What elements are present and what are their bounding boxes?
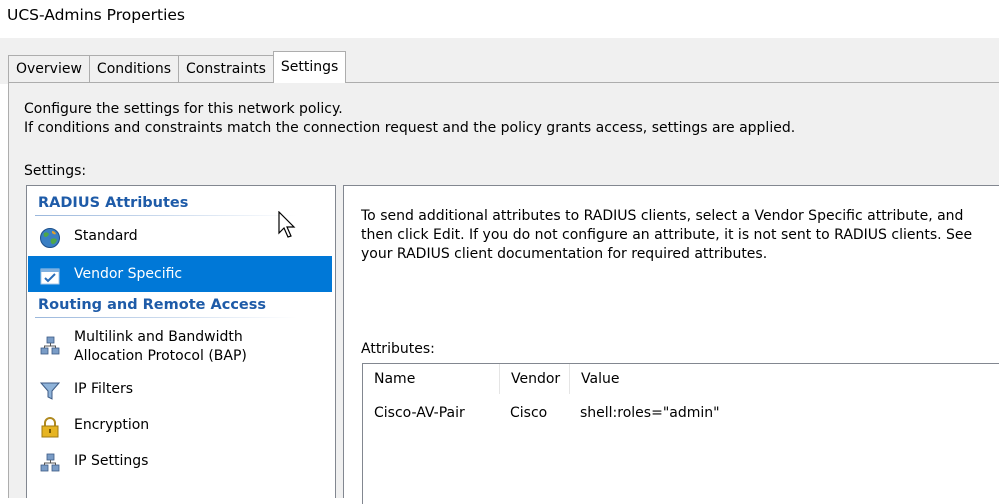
settings-detail-panel: To send additional attributes to RADIUS … (343, 185, 999, 504)
tab-overview[interactable]: Overview (8, 55, 90, 83)
routing-remote-access-heading: Routing and Remote Access (38, 297, 267, 313)
funnel-icon (39, 382, 61, 400)
column-header-vendor[interactable]: Vendor (500, 364, 569, 394)
vendor-specific-description: To send additional attributes to RADIUS … (361, 208, 973, 262)
tree-item-label: IP Filters (74, 381, 133, 397)
tab-bar: Overview Conditions Constraints Settings (8, 51, 347, 83)
settings-label: Settings: (24, 163, 87, 179)
tree-item-encryption[interactable]: Encryption (28, 416, 332, 444)
tree-item-multilink-bap[interactable]: Multilink and Bandwidth Allocation Protoc… (28, 328, 332, 368)
tree-item-vendor-specific[interactable]: Vendor Specific (28, 256, 332, 292)
multilink-label-line-1: Multilink and Bandwidth (74, 329, 243, 345)
network-icon (40, 453, 60, 472)
attributes-table[interactable]: Name Vendor Value Cisco-AV-Pair Cisco sh… (362, 363, 999, 504)
tree-item-label: Standard (74, 228, 138, 244)
cell-vendor: Cisco (510, 405, 548, 421)
column-header-name[interactable]: Name (363, 364, 499, 394)
checkbox-list-icon (40, 268, 60, 285)
tree-item-ip-settings[interactable]: IP Settings (28, 452, 332, 480)
column-header-value[interactable]: Value (570, 364, 870, 394)
tab-settings[interactable]: Settings (272, 51, 347, 83)
description-line-2: If conditions and constraints match the … (24, 120, 796, 136)
tab-constraints[interactable]: Constraints (178, 55, 274, 83)
window-title: UCS-Admins Properties (7, 6, 185, 24)
attributes-label: Attributes: (361, 341, 435, 357)
lock-icon (41, 417, 59, 438)
section-divider (35, 317, 297, 318)
tree-item-label: IP Settings (74, 453, 149, 469)
tree-item-ip-filters[interactable]: IP Filters (28, 380, 332, 408)
tree-item-label: Vendor Specific (74, 265, 183, 282)
tree-item-label: Encryption (74, 417, 150, 433)
section-divider (35, 215, 297, 216)
globe-icon (40, 228, 60, 248)
tab-conditions[interactable]: Conditions (88, 55, 180, 83)
cell-value: shell:roles="admin" (580, 405, 720, 421)
multilink-label-line-2: Allocation Protocol (BAP) (74, 348, 247, 364)
radius-attributes-heading: RADIUS Attributes (38, 195, 189, 211)
tree-item-label: Multilink and Bandwidth Allocation Protoc… (74, 328, 247, 366)
mouse-cursor-icon (278, 211, 296, 238)
policy-description: Configure the settings for this network … (24, 100, 795, 138)
network-icon (40, 336, 60, 355)
description-line-1: Configure the settings for this network … (24, 101, 343, 117)
cell-name: Cisco-AV-Pair (374, 405, 465, 421)
